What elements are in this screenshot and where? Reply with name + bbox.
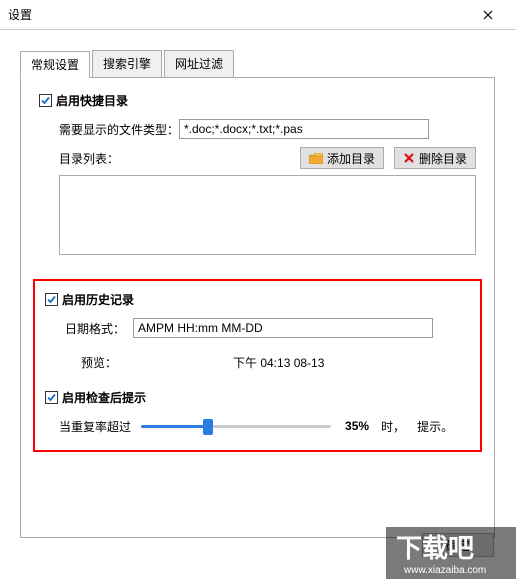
- duplicate-rate-slider[interactable]: [141, 416, 331, 436]
- tabs: 常规设置 搜索引擎 网址过滤: [20, 50, 495, 78]
- slider-fill: [141, 425, 208, 428]
- watermark-url: www.xiazaiba.com: [403, 565, 486, 576]
- checkbox-history-label: 启用历史记录: [62, 291, 134, 308]
- checkbox-check-tip[interactable]: [45, 391, 58, 404]
- close-icon: [483, 10, 493, 20]
- delete-dir-button[interactable]: 删除目录: [394, 147, 476, 169]
- close-button[interactable]: [468, 1, 508, 29]
- slider-thumb[interactable]: [203, 419, 213, 435]
- dirlist-label: 目录列表：: [59, 150, 179, 167]
- section-quick-dir: 启用快捷目录 需要显示的文件类型： 目录列表： 添加目录 删除目录: [33, 92, 482, 265]
- tab-general[interactable]: 常规设置: [20, 51, 90, 78]
- delete-dir-label: 删除目录: [419, 150, 467, 167]
- file-types-label: 需要显示的文件类型：: [59, 121, 179, 138]
- add-dir-label: 添加目录: [327, 150, 375, 167]
- highlighted-section: 启用历史记录 日期格式： 预览： 下午 04:13 08-13 启用检查后提示 …: [33, 279, 482, 452]
- preview-value: 下午 04:13 08-13: [233, 354, 324, 371]
- file-types-input[interactable]: [179, 119, 429, 139]
- checkbox-quick-dir-label: 启用快捷目录: [56, 92, 128, 109]
- check-icon: [46, 294, 57, 305]
- tab-urlfilter[interactable]: 网址过滤: [164, 50, 234, 77]
- add-dir-button[interactable]: 添加目录: [300, 147, 384, 169]
- post-text-2: 提示。: [417, 418, 453, 435]
- date-format-label: 日期格式：: [65, 320, 133, 337]
- titlebar: 设置: [0, 0, 516, 30]
- dir-listbox[interactable]: [59, 175, 476, 255]
- tab-panel: 启用快捷目录 需要显示的文件类型： 目录列表： 添加目录 删除目录 启用历史记录: [20, 78, 495, 538]
- checkbox-quick-dir[interactable]: [39, 94, 52, 107]
- check-icon: [40, 95, 51, 106]
- x-icon: [403, 152, 415, 164]
- checkbox-check-tip-label: 启用检查后提示: [62, 389, 146, 406]
- tab-search[interactable]: 搜索引擎: [92, 50, 162, 77]
- date-format-input[interactable]: [133, 318, 433, 338]
- ok-button[interactable]: 确定: [422, 533, 494, 557]
- checkbox-history[interactable]: [45, 293, 58, 306]
- preview-label: 预览：: [65, 354, 133, 371]
- window-title: 设置: [8, 6, 32, 23]
- folder-icon: [309, 153, 323, 164]
- post-text-1: 时，: [381, 418, 405, 435]
- dialog-footer: 确定: [422, 533, 494, 557]
- slider-label: 当重复率超过: [59, 418, 131, 435]
- percent-value: 35%: [345, 419, 369, 433]
- check-icon: [46, 392, 57, 403]
